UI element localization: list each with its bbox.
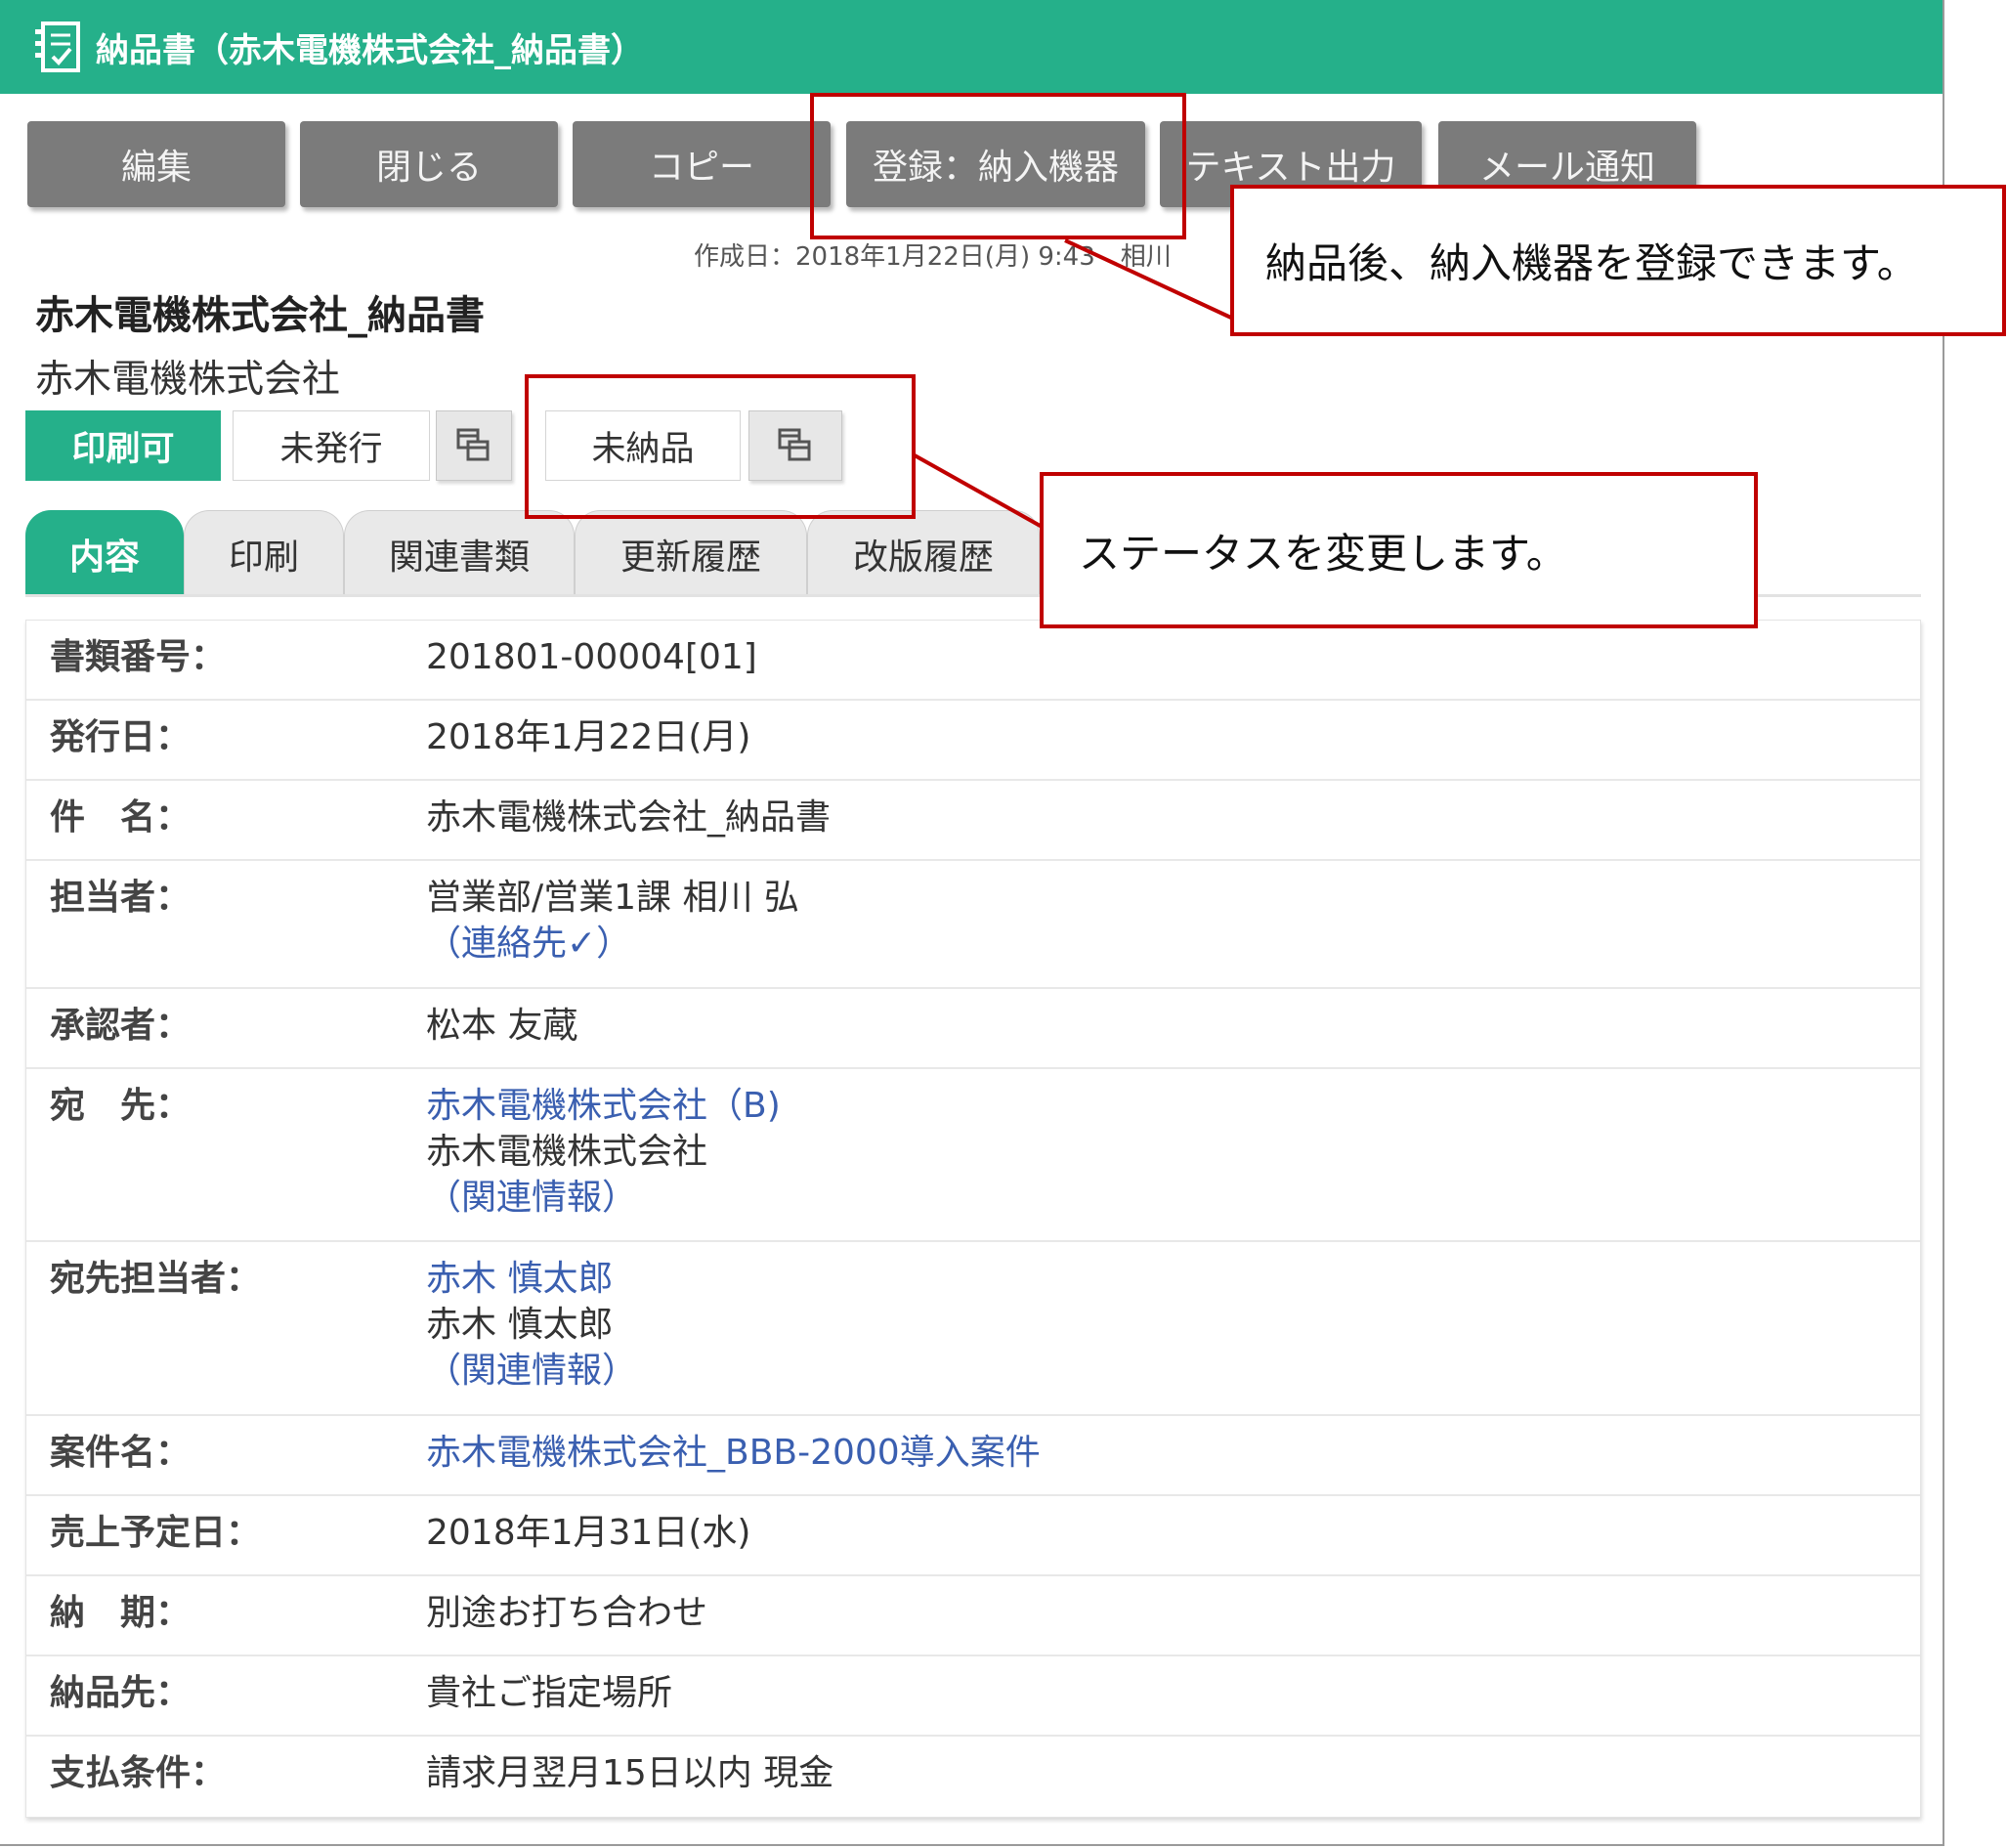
register-callout: 納品後、納入機器を登録できます。 (1230, 185, 2006, 336)
status-callout: ステータスを変更します。 (1040, 472, 1758, 628)
register-button-highlight (810, 93, 1186, 239)
register-callout-line (1064, 238, 1234, 321)
status-callout-line (914, 453, 1045, 530)
status-highlight (525, 374, 916, 519)
